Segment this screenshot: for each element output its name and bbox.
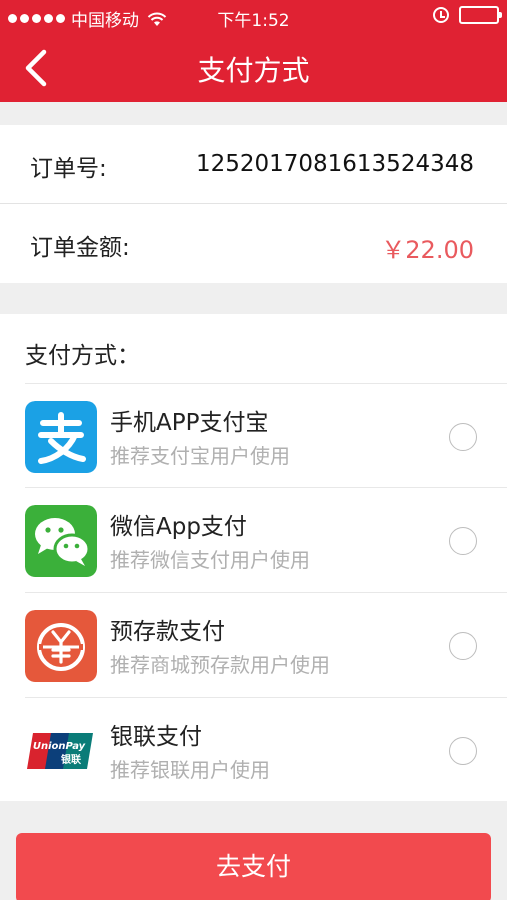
divider bbox=[25, 383, 507, 384]
battery-icon bbox=[459, 6, 502, 24]
payment-option-name: 银联支付 bbox=[110, 724, 202, 750]
status-bar: 中国移动 下午1:52 bbox=[0, 0, 507, 34]
order-number-row: 订单号: 1252017081613524348 bbox=[0, 125, 507, 204]
page-title: 支付方式 bbox=[197, 54, 310, 87]
header-bar: 中国移动 下午1:52 支付方式 bbox=[0, 0, 507, 102]
payment-option-desc: 推荐微信支付用户使用 bbox=[110, 548, 310, 572]
divider bbox=[25, 592, 507, 593]
order-amount-value: ￥22.00 bbox=[381, 236, 474, 264]
payment-methods-card: 支付方式： 手机APP支付宝 推荐支付宝用户使用 微信App支付 推荐微信支付用… bbox=[0, 314, 507, 801]
status-time: 下午1:52 bbox=[217, 11, 290, 31]
payment-option-name: 预存款支付 bbox=[110, 619, 225, 645]
radio-button[interactable] bbox=[449, 527, 477, 555]
alarm-icon bbox=[433, 7, 449, 23]
payment-option-unionpay[interactable]: UnionPay 银联 银联支付 推荐银联用户使用 bbox=[0, 697, 507, 801]
order-number-label: 订单号: bbox=[30, 156, 107, 182]
svg-text:UnionPay: UnionPay bbox=[33, 741, 86, 752]
nav-bar: 支付方式 bbox=[0, 34, 507, 102]
order-number-value: 1252017081613524348 bbox=[195, 151, 474, 177]
payment-option-deposit[interactable]: 预存款支付 推荐商城预存款用户使用 bbox=[0, 592, 507, 696]
payment-option-desc: 推荐商城预存款用户使用 bbox=[110, 653, 330, 677]
payment-option-desc: 推荐支付宝用户使用 bbox=[110, 444, 290, 468]
order-info-card: 订单号: 1252017081613524348 订单金额: ￥22.00 bbox=[0, 125, 507, 283]
wechat-icon bbox=[25, 505, 97, 577]
divider bbox=[25, 697, 507, 698]
order-amount-label: 订单金额: bbox=[30, 235, 130, 261]
radio-button[interactable] bbox=[449, 423, 477, 451]
deposit-icon bbox=[25, 610, 97, 682]
divider bbox=[25, 487, 507, 488]
radio-button[interactable] bbox=[449, 632, 477, 660]
radio-button[interactable] bbox=[449, 737, 477, 765]
unionpay-icon: UnionPay 银联 bbox=[25, 715, 97, 787]
payment-option-alipay[interactable]: 手机APP支付宝 推荐支付宝用户使用 bbox=[0, 383, 507, 487]
order-amount-row: 订单金额: ￥22.00 bbox=[0, 204, 507, 283]
pay-button[interactable]: 去支付 bbox=[16, 833, 491, 900]
payment-option-name: 微信App支付 bbox=[110, 514, 247, 540]
payment-option-wechat[interactable]: 微信App支付 推荐微信支付用户使用 bbox=[0, 487, 507, 591]
payment-option-desc: 推荐银联用户使用 bbox=[110, 758, 270, 782]
svg-text:银联: 银联 bbox=[61, 753, 81, 766]
payment-methods-heading: 支付方式： bbox=[25, 343, 140, 369]
payment-option-name: 手机APP支付宝 bbox=[110, 410, 269, 436]
alipay-icon bbox=[25, 401, 97, 473]
